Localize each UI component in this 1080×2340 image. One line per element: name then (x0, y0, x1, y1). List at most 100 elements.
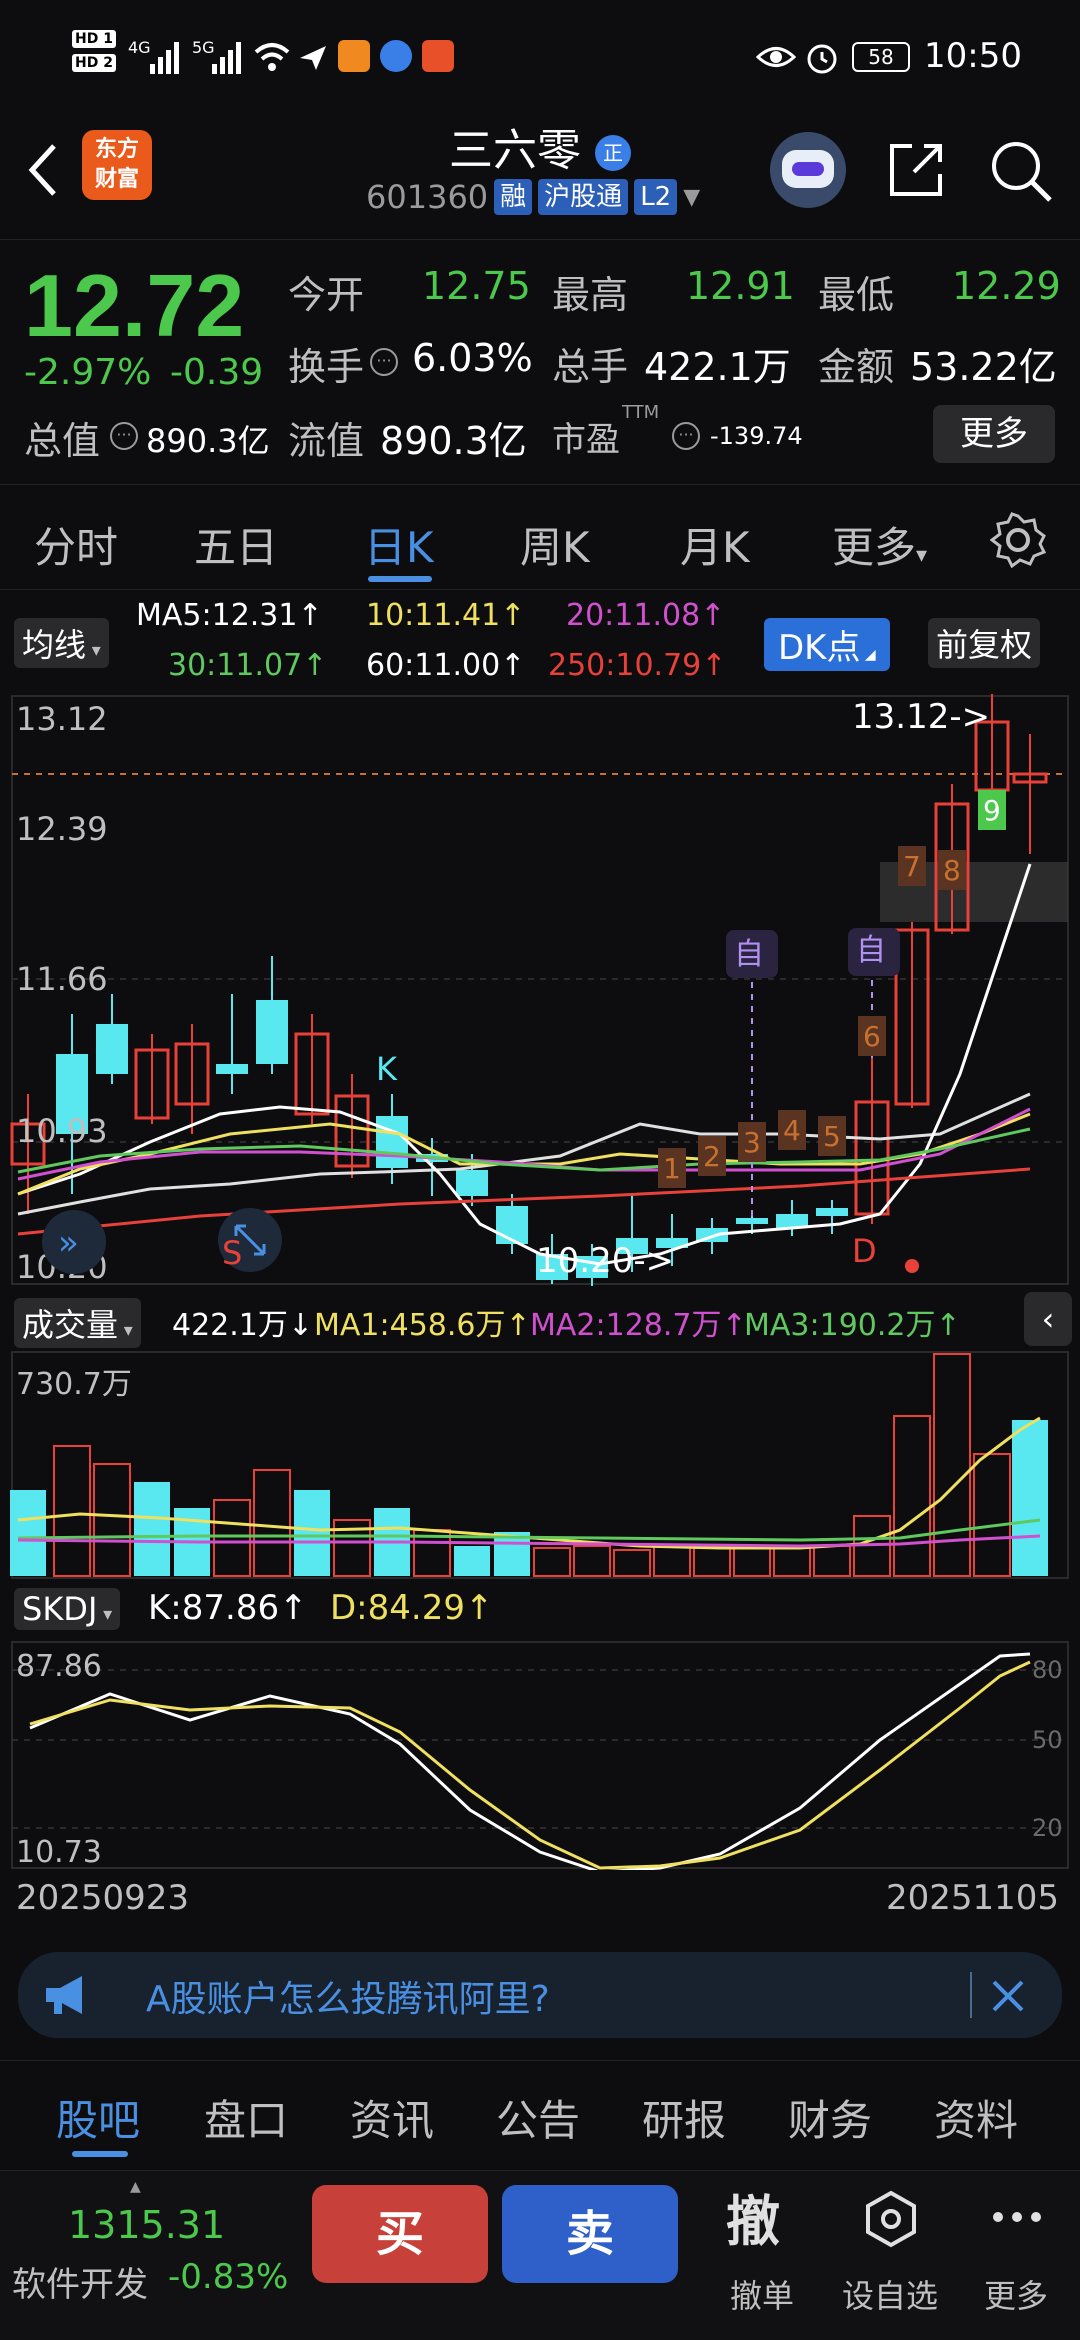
stock-code-row: 601360 融 沪股通 L2 ▼ (366, 178, 700, 216)
ma250-value: 250:10.79↑ (548, 648, 727, 683)
tab-forum[interactable]: 股吧 (56, 2087, 140, 2148)
cancel-order-icon[interactable]: 撤 (726, 2177, 780, 2256)
skdj-y-bottom: 10.73 (16, 1835, 102, 1870)
turnover-value: 6.03% (412, 336, 533, 380)
sim-indicators: HD 1 HD 2 (72, 28, 116, 72)
volume-ma1: MA1:458.6万↑ (314, 1308, 531, 1343)
more-dots-icon[interactable]: ··· (370, 348, 398, 376)
tab-research[interactable]: 研报 (642, 2087, 726, 2148)
add-watchlist-icon[interactable] (864, 2189, 918, 2249)
app-notification-icon (338, 40, 370, 72)
share-icon[interactable] (884, 138, 948, 202)
add-watchlist-label[interactable]: 设自选 (842, 2271, 938, 2317)
collapse-panel-icon[interactable]: ‹ (1024, 1292, 1072, 1346)
more-dots-icon[interactable]: ··· (672, 422, 700, 450)
close-icon[interactable] (990, 1978, 1026, 2014)
buy-button[interactable]: 买 (312, 2185, 488, 2283)
volume-selector[interactable]: 成交量 ▾ (14, 1298, 141, 1348)
d-signal: D (852, 1232, 877, 1270)
volume-bar (653, 1545, 691, 1577)
tab-profile[interactable]: 资料 (934, 2087, 1018, 2148)
skdj-selector[interactable]: SKDJ ▾ (14, 1588, 121, 1630)
sector-name[interactable]: 软件开发 (12, 2257, 148, 2306)
clock: 10:50 (924, 36, 1022, 76)
volume-bar (533, 1547, 571, 1577)
stock-name: 三六零 (449, 125, 581, 176)
megaphone-icon (46, 1976, 82, 2014)
search-icon[interactable] (988, 138, 1054, 204)
volume-label: 总手 (552, 345, 629, 389)
skdj-chart[interactable]: 87.86 10.73 80 50 20 (0, 1640, 1080, 1870)
ma-selector[interactable]: 均线 ▾ (14, 618, 109, 668)
tab-intraday[interactable]: 分时 (34, 514, 118, 575)
volume-bar (294, 1490, 330, 1576)
hd2-badge: HD 2 (72, 54, 116, 72)
tab-orderbook[interactable]: 盘口 (204, 2087, 288, 2148)
volume-bar (613, 1549, 651, 1577)
mktcap-label: 总值 (24, 419, 101, 463)
candle-body (456, 1170, 488, 1196)
tab-daily-k[interactable]: 日K (364, 514, 434, 575)
count-number: 1 (663, 1152, 681, 1185)
sell-button[interactable]: 卖 (502, 2185, 678, 2283)
skdj-ref-20: 20 (1032, 1814, 1063, 1842)
robot-avatar-icon[interactable] (770, 132, 846, 208)
candle-body (736, 1218, 768, 1224)
skdj-chip-label: SKDJ (22, 1590, 98, 1628)
tab-financials[interactable]: 财务 (788, 2087, 872, 2148)
volume-bar (213, 1499, 251, 1577)
tab-more-label: 更多 (832, 523, 917, 572)
change-value: -0.39 (170, 352, 264, 393)
volume-bar (693, 1547, 731, 1577)
count-number: 3 (743, 1126, 761, 1159)
tab-monthly-k[interactable]: 月K (680, 514, 750, 575)
kline-chart[interactable]: 13.12 12.39 11.66 10.93 10.20 13.12-> 10… (0, 694, 1080, 1286)
stock-header: 东方 财富 三六零 正 601360 融 沪股通 L2 ▼ (0, 110, 1080, 240)
tab-weekly-k[interactable]: 周K (520, 514, 590, 575)
candle-body (496, 1206, 528, 1244)
count-number: 6 (863, 1020, 881, 1053)
skdj-ref-50: 50 (1032, 1726, 1063, 1754)
more-label[interactable]: 更多 (984, 2271, 1048, 2317)
pe-value: -139.74 (710, 422, 803, 450)
stock-code: 601360 (366, 178, 489, 216)
hd1-badge: HD 1 (72, 30, 116, 48)
more-dots-icon[interactable]: ··· (110, 422, 138, 450)
count-number: 7 (903, 850, 921, 883)
y-axis-label-top: 13.12 (16, 700, 108, 738)
status-bar: HD 1 HD 2 4G 5G 58 10:50 (0, 0, 1080, 120)
volume-bar (134, 1482, 170, 1576)
ma30-value: 30:11.07↑ (168, 648, 328, 683)
tab-news[interactable]: 资讯 (350, 2087, 434, 2148)
candle-body (216, 1064, 248, 1074)
mktcap-value: 890.3亿 (146, 422, 270, 460)
dk-label: DK点 (778, 628, 861, 668)
tab-more[interactable]: 更多▾ (832, 514, 927, 575)
skdj-k-value: K:87.86↑ (148, 1588, 308, 1628)
alarm-icon (807, 44, 837, 74)
open-value: 12.75 (422, 264, 531, 308)
caret-up-icon[interactable]: ▲ (130, 2179, 141, 2195)
app-notification-icon (422, 40, 454, 72)
dk-point-button[interactable]: DK点 ◢ (764, 618, 890, 671)
cancel-order-label[interactable]: 撤单 (730, 2271, 794, 2317)
promo-banner[interactable]: A股账户怎么投腾讯阿里? (18, 1952, 1062, 2038)
caret-down-icon: ▾ (86, 640, 101, 661)
volume-bar (454, 1546, 490, 1576)
adjust-button[interactable]: 前复权 (928, 618, 1041, 668)
more-button[interactable]: 更多 (933, 405, 1055, 463)
chevron-down-icon[interactable]: ▼ (683, 185, 700, 210)
more-dots-icon[interactable] (990, 2207, 1044, 2227)
gear-icon[interactable] (990, 512, 1046, 568)
volume-chart[interactable]: 730.7万 (0, 1350, 1080, 1580)
high-marker: 13.12-> (852, 697, 990, 737)
banner-text[interactable]: A股账户怎么投腾讯阿里? (146, 1970, 550, 2022)
tab-announcements[interactable]: 公告 (496, 2087, 580, 2148)
sector-index-value[interactable]: 1315.31 (68, 2203, 225, 2247)
tab-five-day[interactable]: 五日 (194, 514, 278, 575)
date-start: 20250923 (16, 1878, 190, 1918)
red-dot-marker (905, 1259, 919, 1273)
y-axis-label-2: 12.39 (16, 810, 108, 848)
count-number: 4 (783, 1114, 801, 1147)
y-axis-label-4: 10.93 (16, 1112, 108, 1150)
